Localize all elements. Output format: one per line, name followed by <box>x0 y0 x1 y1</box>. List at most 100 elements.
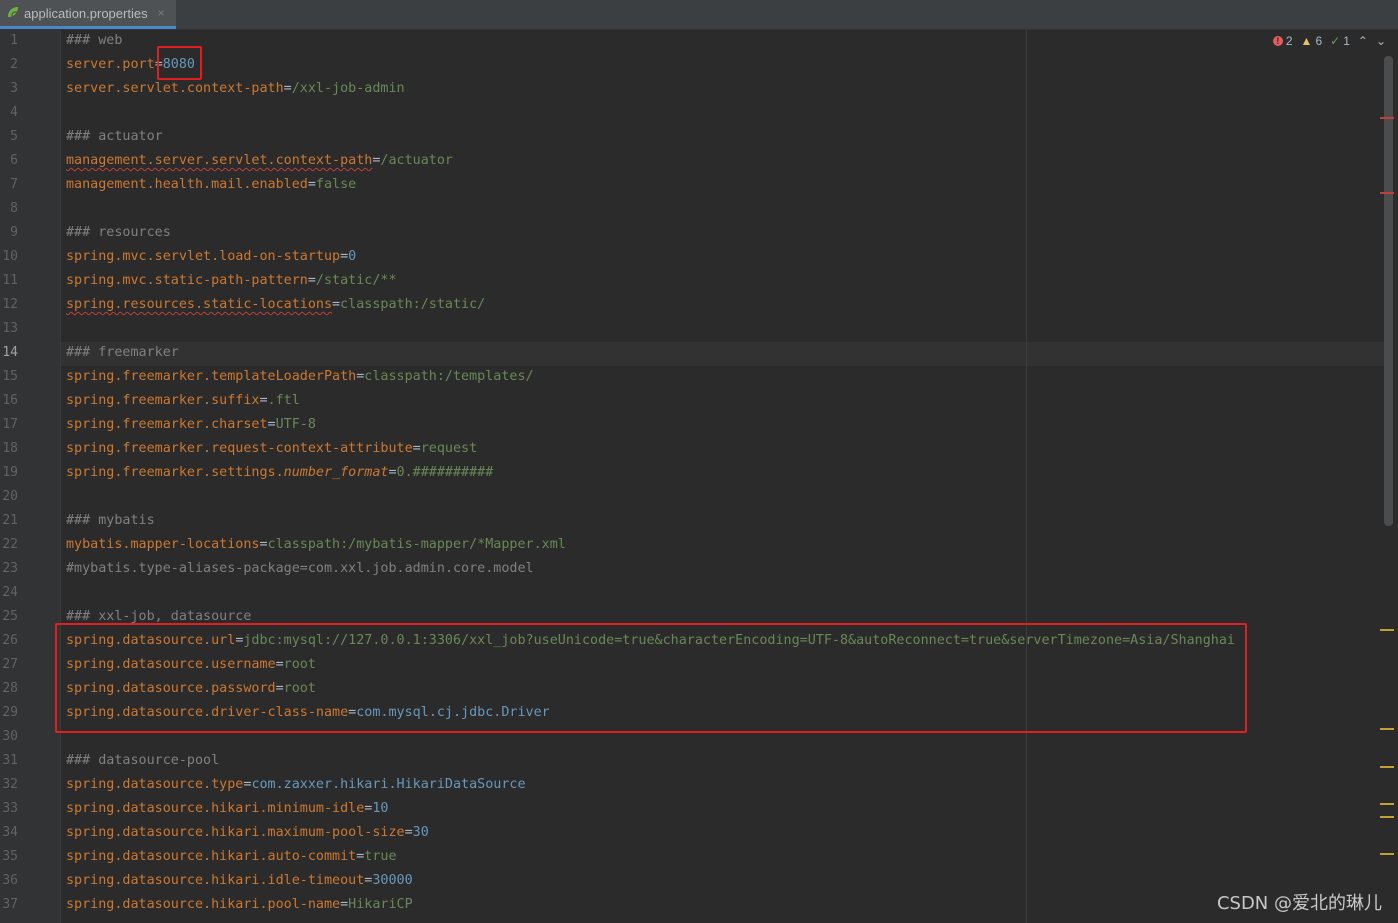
line-number[interactable]: 25 <box>0 605 18 629</box>
code-line[interactable]: 21 ### mybatis <box>0 509 1380 533</box>
line-number[interactable]: 24 <box>0 581 18 605</box>
line-number[interactable]: 7 <box>0 173 18 197</box>
warning-stripe-marker[interactable] <box>1380 766 1394 768</box>
line-number[interactable]: 5 <box>0 125 18 149</box>
equals-sign: = <box>340 897 349 912</box>
code-line[interactable]: 7 management.health.mail.enabled=false <box>0 173 1380 197</box>
warning-stripe-marker[interactable] <box>1380 816 1394 818</box>
code-line[interactable]: 34 spring.datasource.hikari.maximum-pool-… <box>0 821 1380 845</box>
line-number[interactable]: 11 <box>0 269 18 293</box>
line-number[interactable]: 1 <box>0 29 18 53</box>
code-line[interactable]: 13 <box>0 317 1380 341</box>
line-number[interactable]: 33 <box>0 797 18 821</box>
line-number[interactable]: 10 <box>0 245 18 269</box>
line-number[interactable]: 29 <box>0 701 18 725</box>
warning-count[interactable]: ▲ 6 <box>1301 34 1323 48</box>
code-line[interactable]: 18 spring.freemarker.request-context-attr… <box>0 437 1380 461</box>
line-number[interactable]: 32 <box>0 773 18 797</box>
code-line[interactable]: 33 spring.datasource.hikari.minimum-idle=… <box>0 797 1380 821</box>
code-line[interactable]: 8 <box>0 197 1380 221</box>
comment-text: ### mybatis <box>66 513 155 528</box>
code-line[interactable]: 1 ### web <box>0 29 1380 53</box>
code-line[interactable]: 14 ### freemarker <box>0 341 1380 365</box>
warning-stripe-marker[interactable] <box>1380 629 1394 631</box>
code-line[interactable]: 32 spring.datasource.type=com.zaxxer.hika… <box>0 773 1380 797</box>
code-line[interactable]: 19 spring.freemarker.settings.number_form… <box>0 461 1380 485</box>
line-number[interactable]: 23 <box>0 557 18 581</box>
warning-stripe-marker[interactable] <box>1380 803 1394 805</box>
error-count[interactable]: ! 2 <box>1272 34 1293 48</box>
error-stripe-marker[interactable] <box>1380 192 1394 194</box>
inspection-widget[interactable]: ! 2 ▲ 6 ✓ 1 ⌃ ⌄ <box>1272 34 1386 48</box>
line-number[interactable]: 36 <box>0 869 18 893</box>
line-number[interactable]: 8 <box>0 197 18 221</box>
line-number[interactable]: 3 <box>0 77 18 101</box>
code-line[interactable]: 35 spring.datasource.hikari.auto-commit=t… <box>0 845 1380 869</box>
close-icon[interactable]: × <box>158 6 165 20</box>
code-text: mybatis.mapper-locations=classpath:/myba… <box>66 533 566 557</box>
line-number[interactable]: 31 <box>0 749 18 773</box>
line-number[interactable]: 15 <box>0 365 18 389</box>
code-line[interactable]: 31 ### datasource-pool <box>0 749 1380 773</box>
code-line[interactable]: 6 management.server.servlet.context-path=… <box>0 149 1380 173</box>
code-line[interactable]: 23 #mybatis.type-aliases-package=com.xxl.… <box>0 557 1380 581</box>
code-line[interactable]: 10 spring.mvc.servlet.load-on-startup=0 <box>0 245 1380 269</box>
line-number[interactable]: 14 <box>0 341 18 365</box>
line-number[interactable]: 27 <box>0 653 18 677</box>
line-number[interactable]: 2 <box>0 53 18 77</box>
equals-sign: = <box>412 441 421 456</box>
line-number[interactable]: 21 <box>0 509 18 533</box>
line-number[interactable]: 28 <box>0 677 18 701</box>
next-highlight-icon[interactable]: ⌄ <box>1376 34 1386 48</box>
code-line[interactable]: 37 spring.datasource.hikari.pool-name=Hik… <box>0 893 1380 917</box>
code-line[interactable]: 16 spring.freemarker.suffix=.ftl <box>0 389 1380 413</box>
code-text: spring.datasource.hikari.idle-timeout=30… <box>66 869 413 893</box>
warning-stripe-marker[interactable] <box>1380 728 1394 730</box>
previous-highlight-icon[interactable]: ⌃ <box>1358 34 1368 48</box>
line-number[interactable]: 26 <box>0 629 18 653</box>
code-line[interactable]: 36 spring.datasource.hikari.idle-timeout=… <box>0 869 1380 893</box>
code-text: spring.freemarker.templateLoaderPath=cla… <box>66 365 534 389</box>
property-key: spring.mvc.servlet.load-on-startup <box>66 249 341 264</box>
line-number[interactable]: 34 <box>0 821 18 845</box>
line-number[interactable]: 18 <box>0 437 18 461</box>
code-line[interactable]: 20 <box>0 485 1380 509</box>
vertical-scrollbar[interactable] <box>1384 56 1393 526</box>
line-number[interactable]: 30 <box>0 725 18 749</box>
code-line[interactable]: 17 spring.freemarker.charset=UTF-8 <box>0 413 1380 437</box>
line-number[interactable]: 35 <box>0 845 18 869</box>
code-line[interactable]: 3 server.servlet.context-path=/xxl-job-ad… <box>0 77 1380 101</box>
tab-application-properties[interactable]: application.properties × <box>0 0 176 29</box>
line-number[interactable]: 16 <box>0 389 18 413</box>
code-line[interactable]: 9 ### resources <box>0 221 1380 245</box>
code-text: ### mybatis <box>66 509 155 533</box>
comment-text: ### resources <box>66 225 171 240</box>
line-number[interactable]: 13 <box>0 317 18 341</box>
equals-sign: = <box>283 81 292 96</box>
code-line[interactable]: 2 server.port=8080 <box>0 53 1380 77</box>
code-text: spring.resources.static-locations=classp… <box>66 293 485 317</box>
code-line[interactable]: 15 spring.freemarker.templateLoaderPath=c… <box>0 365 1380 389</box>
spring-leaf-icon <box>6 5 20 22</box>
property-key: spring.datasource.hikari.idle-timeout <box>66 873 365 888</box>
line-number[interactable]: 17 <box>0 413 18 437</box>
line-number[interactable]: 22 <box>0 533 18 557</box>
line-number[interactable]: 6 <box>0 149 18 173</box>
line-number[interactable]: 9 <box>0 221 18 245</box>
line-number[interactable]: 20 <box>0 485 18 509</box>
weak-warning-count[interactable]: ✓ 1 <box>1330 34 1350 48</box>
equals-sign: = <box>267 417 276 432</box>
line-number[interactable]: 37 <box>0 893 18 917</box>
code-line[interactable]: 4 <box>0 101 1380 125</box>
warning-stripe-marker[interactable] <box>1380 853 1394 855</box>
code-line[interactable]: 11 spring.mvc.static-path-pattern=/static… <box>0 269 1380 293</box>
error-stripe-marker[interactable] <box>1380 117 1394 119</box>
line-number[interactable]: 19 <box>0 461 18 485</box>
line-number[interactable]: 4 <box>0 101 18 125</box>
code-line[interactable]: 12 spring.resources.static-locations=clas… <box>0 293 1380 317</box>
code-line[interactable]: 22 mybatis.mapper-locations=classpath:/my… <box>0 533 1380 557</box>
line-number[interactable]: 12 <box>0 293 18 317</box>
code-line[interactable]: 24 <box>0 581 1380 605</box>
code-line[interactable]: 5 ### actuator <box>0 125 1380 149</box>
equals-sign: = <box>404 825 413 840</box>
